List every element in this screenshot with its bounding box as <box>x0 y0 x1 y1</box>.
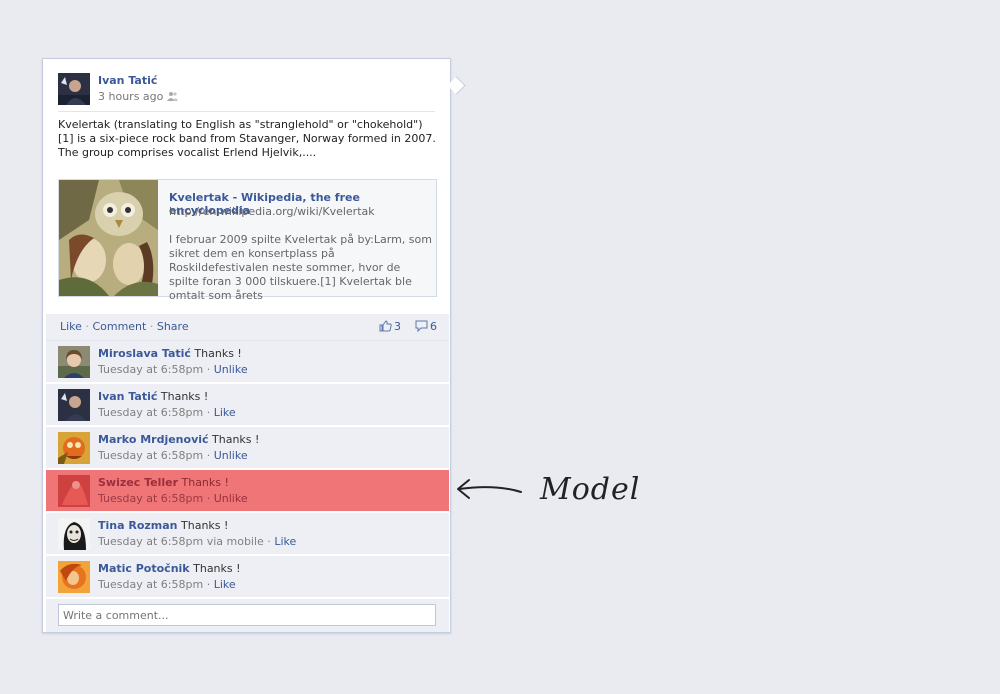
comment-text: Thanks ! <box>160 390 209 403</box>
comment-body: Miroslava Tatić Thanks ! <box>98 347 242 360</box>
commenter-name[interactable]: Miroslava Tatić <box>98 347 191 360</box>
comment-item: Miroslava Tatić Thanks ! Tuesday at 6:58… <box>46 341 449 383</box>
post-text: Kvelertak (translating to English as "st… <box>58 118 436 159</box>
comment-body: Marko Mrdjenović Thanks ! <box>98 433 259 446</box>
post-stats: 3 6 <box>379 320 437 333</box>
comment-text: Thanks ! <box>181 476 229 489</box>
annotation-arrow-icon <box>457 479 522 499</box>
link-description: I februar 2009 spilte Kvelertak på by:La… <box>169 233 432 302</box>
commenter-name[interactable]: Matic Potočnik <box>98 562 190 575</box>
commenter-name[interactable]: Swizec Teller <box>98 476 178 489</box>
commenter-avatar[interactable] <box>58 389 90 421</box>
link-preview[interactable]: Kvelertak - Wikipedia, the free encyclop… <box>58 179 437 302</box>
post-actions: Like · Comment · Share <box>60 320 189 333</box>
annotation-label: Model <box>540 472 641 507</box>
comment-time: Tuesday at 6:58pm · <box>98 406 211 419</box>
commenter-avatar[interactable] <box>58 518 90 550</box>
comment-item: Matic Potočnik Thanks ! Tuesday at 6:58p… <box>46 556 449 598</box>
thumbs-up-icon <box>379 320 392 332</box>
comments-count-link[interactable]: 6 <box>415 320 437 333</box>
comment-meta: Tuesday at 6:58pm · Like <box>98 406 236 419</box>
people-icon[interactable] <box>167 91 179 101</box>
commenter-avatar[interactable] <box>58 432 90 464</box>
timestamp-text[interactable]: 3 hours ago <box>98 90 163 103</box>
comment-item: Tina Rozman Thanks ! Tuesday at 6:58pm v… <box>46 513 449 555</box>
share-link[interactable]: Share <box>157 320 189 333</box>
comment-meta: Tuesday at 6:58pm via mobile · Like <box>98 535 296 548</box>
post-header: Ivan Tatić 3 hours ago <box>58 73 435 112</box>
commenter-avatar[interactable] <box>58 346 90 378</box>
commenter-name[interactable]: Tina Rozman <box>98 519 178 532</box>
comment-bubble-icon <box>415 320 428 333</box>
comment-time: Tuesday at 6:58pm via mobile · <box>98 535 271 548</box>
unlike-link[interactable]: Unlike <box>214 492 248 505</box>
comment-input[interactable] <box>58 604 436 626</box>
unlike-link[interactable]: Unlike <box>214 449 248 462</box>
comment-time: Tuesday at 6:58pm · <box>98 363 211 376</box>
unlike-link[interactable]: Unlike <box>214 363 248 376</box>
comment-meta: Tuesday at 6:58pm · Like <box>98 578 236 591</box>
link-url: http://en.wikipedia.org/wiki/Kvelertak <box>169 205 375 218</box>
comment-text: Thanks ! <box>181 519 229 532</box>
likes-count-link[interactable]: 3 <box>379 320 405 333</box>
comment-time: Tuesday at 6:58pm · <box>98 449 211 462</box>
comment-text: Thanks ! <box>194 347 242 360</box>
comment-text: Thanks ! <box>193 562 241 575</box>
comments-count: 6 <box>430 320 437 333</box>
comment-body: Tina Rozman Thanks ! <box>98 519 228 532</box>
commenter-name[interactable]: Marko Mrdjenović <box>98 433 209 446</box>
comment-meta: Tuesday at 6:58pm · Unlike <box>98 363 248 376</box>
comment-item: Marko Mrdjenović Thanks ! Tuesday at 6:5… <box>46 427 449 469</box>
comment-text: Thanks ! <box>212 433 260 446</box>
comment-body: Ivan Tatić Thanks ! <box>98 390 208 403</box>
post-author-link[interactable]: Ivan Tatić <box>98 74 157 87</box>
like-comment-link[interactable]: Like <box>274 535 296 548</box>
post-timestamp: 3 hours ago <box>98 90 179 103</box>
comment-composer <box>46 599 449 632</box>
comment-link[interactable]: Comment <box>92 320 146 333</box>
likes-count: 3 <box>394 320 401 333</box>
comment-meta: Tuesday at 6:58pm · Unlike <box>98 492 248 505</box>
link-thumbnail[interactable] <box>59 180 158 296</box>
action-separator: · <box>149 320 154 333</box>
commenter-avatar[interactable] <box>58 475 90 507</box>
commenter-avatar[interactable] <box>58 561 90 593</box>
comment-body: Swizec Teller Thanks ! <box>98 476 229 489</box>
comment-time: Tuesday at 6:58pm · <box>98 578 211 591</box>
like-link[interactable]: Like <box>60 320 82 333</box>
like-comment-link[interactable]: Like <box>214 406 236 419</box>
like-comment-link[interactable]: Like <box>214 578 236 591</box>
comment-item: Ivan Tatić Thanks ! Tuesday at 6:58pm · … <box>46 384 449 426</box>
commenter-name[interactable]: Ivan Tatić <box>98 390 157 403</box>
author-avatar[interactable] <box>58 73 90 105</box>
comment-time: Tuesday at 6:58pm · <box>98 492 211 505</box>
post-actions-bar: Like · Comment · Share 3 6 <box>46 314 449 341</box>
action-separator: · <box>85 320 89 333</box>
comment-item-highlighted: Swizec Teller Thanks ! Tuesday at 6:58pm… <box>46 470 449 512</box>
comment-body: Matic Potočnik Thanks ! <box>98 562 241 575</box>
post-card: Ivan Tatić 3 hours ago Kvelertak (transl… <box>42 58 451 633</box>
comment-meta: Tuesday at 6:58pm · Unlike <box>98 449 248 462</box>
